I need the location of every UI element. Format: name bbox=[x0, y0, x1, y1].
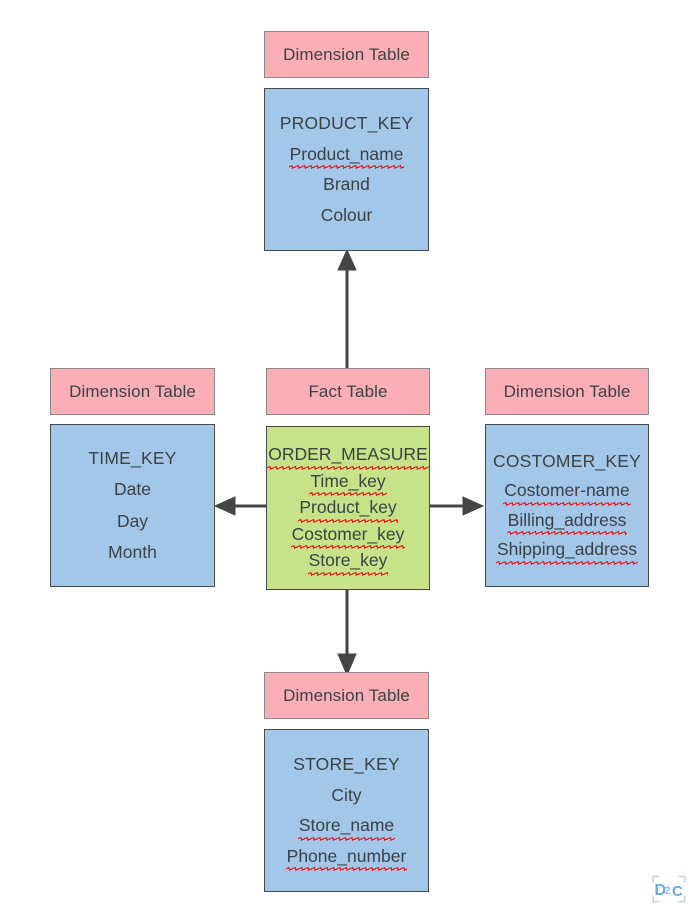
time-dimension-table: TIME_KEY Date Day Month bbox=[50, 424, 215, 587]
store-table-header-label: Dimension Table bbox=[283, 685, 410, 705]
product-table-header-label: Dimension Table bbox=[283, 44, 410, 64]
connector-fact-to-store bbox=[337, 588, 357, 677]
time-field-1: Date bbox=[114, 479, 151, 499]
time-field-3: Month bbox=[108, 542, 157, 562]
store-field-3: Phone_number bbox=[285, 845, 408, 871]
store-dimension-table: STORE_KEY City Store_name Phone_number bbox=[264, 729, 429, 892]
diagram-canvas: Dimension Table PRODUCT_KEY Product_name… bbox=[0, 0, 700, 917]
svg-text:C: C bbox=[672, 883, 683, 900]
time-field-0: TIME_KEY bbox=[88, 447, 177, 468]
fact-table: ORDER_MEASURE Time_key Product_key Costo… bbox=[266, 426, 430, 590]
fact-table-header: Fact Table bbox=[266, 368, 430, 415]
fact-field-3: Costomer_key bbox=[290, 523, 406, 549]
fact-field-2: Product_key bbox=[298, 497, 398, 523]
product-field-0: PRODUCT_KEY bbox=[279, 113, 414, 133]
connector-fact-to-product bbox=[337, 248, 357, 370]
customer-dimension-table: COSTOMER_KEY Costomer-name Billing_addre… bbox=[485, 424, 649, 587]
svg-text:2: 2 bbox=[665, 885, 671, 897]
fact-field-4: Store_key bbox=[307, 550, 389, 576]
connector-fact-to-customer bbox=[428, 496, 485, 516]
fact-field-0: ORDER_MEASURE bbox=[267, 444, 430, 470]
customer-field-3: Shipping_address bbox=[495, 539, 639, 564]
customer-table-header: Dimension Table bbox=[485, 368, 649, 415]
customer-field-1: Costomer-name bbox=[503, 480, 632, 505]
connector-fact-to-time bbox=[213, 496, 270, 516]
time-field-2: Day bbox=[116, 510, 149, 531]
customer-table-header-label: Dimension Table bbox=[503, 381, 631, 401]
fact-field-1: Time_key bbox=[309, 470, 387, 496]
store-field-0: STORE_KEY bbox=[293, 754, 400, 774]
customer-field-0: COSTOMER_KEY bbox=[493, 450, 641, 471]
fact-table-header-label: Fact Table bbox=[308, 381, 388, 401]
product-field-3: Colour bbox=[320, 204, 373, 225]
product-table-header: Dimension Table bbox=[264, 31, 429, 78]
customer-field-2: Billing_address bbox=[506, 509, 628, 535]
time-table-header: Dimension Table bbox=[50, 368, 215, 415]
d2c-watermark-logo: D 2 C bbox=[652, 875, 686, 903]
product-dimension-table: PRODUCT_KEY Product_name Brand Colour bbox=[264, 88, 429, 251]
store-field-1: City bbox=[331, 784, 362, 805]
product-field-1: Product_name bbox=[288, 143, 405, 169]
time-table-header-label: Dimension Table bbox=[69, 381, 196, 401]
product-field-2: Brand bbox=[323, 174, 370, 194]
store-table-header: Dimension Table bbox=[264, 672, 429, 719]
store-field-2: Store_name bbox=[297, 815, 396, 840]
